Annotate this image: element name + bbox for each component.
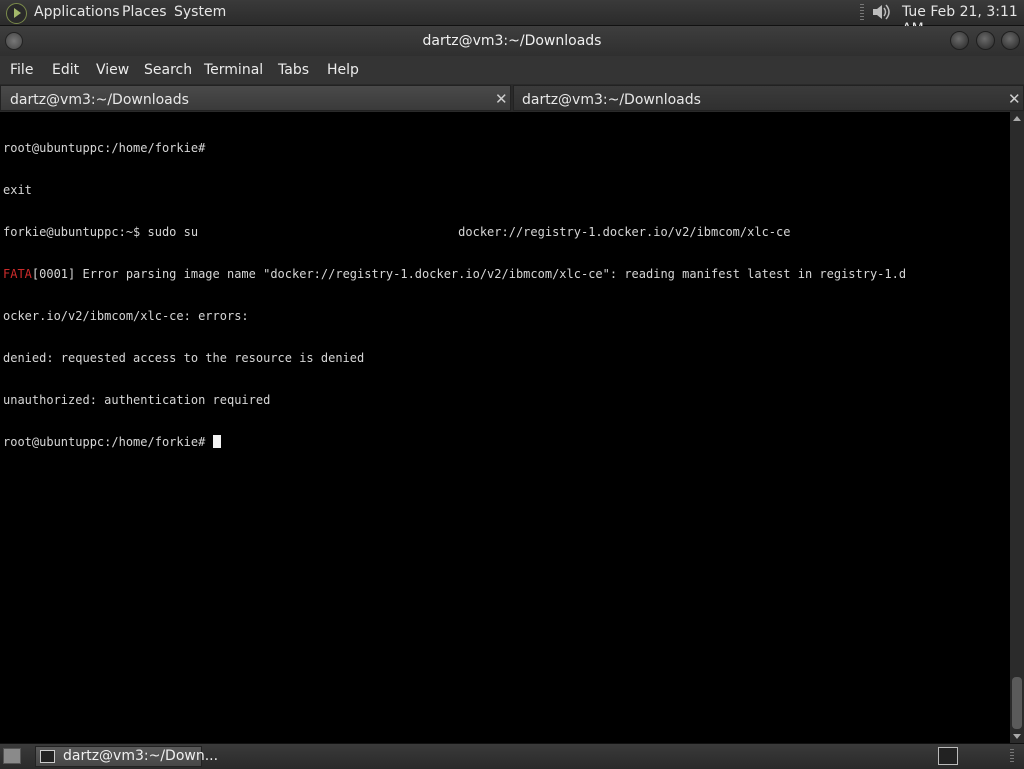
error-prefix: FATA: [3, 267, 32, 281]
volume-speaker-icon[interactable]: [870, 2, 892, 22]
prompt: root@ubuntuppc:/home/forkie#: [3, 435, 213, 449]
close-window-button[interactable]: [1001, 31, 1020, 50]
panel-grip-handle[interactable]: [1010, 749, 1014, 763]
terminal-line: ocker.io/v2/ibmcom/xlc-ce: errors:: [3, 309, 249, 323]
terminal-line: exit: [3, 183, 32, 197]
text-cursor: [212, 435, 221, 448]
menu-view[interactable]: View: [96, 62, 129, 78]
menu-edit[interactable]: Edit: [52, 62, 79, 78]
menu-tabs[interactable]: Tabs: [278, 62, 309, 78]
taskbar-item-terminal[interactable]: dartz@vm3:~/Down...: [35, 746, 218, 767]
places-menu[interactable]: Places: [122, 4, 167, 21]
error-message: [0001] Error parsing image name "docker:…: [31, 267, 907, 281]
tab-downloads-1[interactable]: dartz@vm3:~/Downloads ✕: [0, 85, 511, 111]
terminal-output[interactable]: root@ubuntuppc:/home/forkie# exit forkie…: [0, 112, 1010, 743]
terminal-icon: [40, 750, 55, 763]
terminal-line: unauthorized: authentication required: [3, 393, 271, 407]
window-titlebar[interactable]: dartz@vm3:~/Downloads: [0, 26, 1024, 56]
scrollbar-thumb[interactable]: [1012, 677, 1022, 729]
workspace-switcher-icon[interactable]: [938, 747, 958, 765]
terminal-line: denied: requested access to the resource…: [3, 351, 365, 365]
menu-search[interactable]: Search: [144, 62, 192, 78]
taskbar-item-label: dartz@vm3:~/Down...: [63, 748, 219, 764]
terminal-lines: root@ubuntuppc:/home/forkie# exit forkie…: [3, 113, 906, 477]
system-menu[interactable]: System: [174, 4, 226, 21]
scroll-up-arrow-icon[interactable]: [1013, 116, 1021, 121]
terminal-prompt-line: root@ubuntuppc:/home/forkie#: [3, 435, 906, 449]
tab-bar: dartz@vm3:~/Downloads ✕ dartz@vm3:~/Down…: [0, 84, 1024, 112]
tab-label: dartz@vm3:~/Downloads: [10, 92, 189, 108]
terminal-line: forkie@ubuntuppc:~$ sudo su docker://reg…: [3, 225, 791, 239]
window-title: dartz@vm3:~/Downloads: [422, 33, 602, 49]
tab-label: dartz@vm3:~/Downloads: [522, 92, 701, 108]
menu-help[interactable]: Help: [327, 62, 359, 78]
bottom-panel: dartz@vm3:~/Down...: [0, 743, 1024, 769]
panel-grip-handle[interactable]: [860, 4, 864, 20]
show-desktop-icon[interactable]: [3, 748, 21, 764]
menubar: File Edit View Search Terminal Tabs Help: [0, 56, 1024, 84]
top-panel: Applications Places System Tue Feb 21, 3…: [0, 0, 1024, 37]
menu-terminal[interactable]: Terminal: [204, 62, 263, 78]
applications-menu[interactable]: Applications: [34, 4, 120, 21]
terminal-line: root@ubuntuppc:/home/forkie#: [3, 141, 206, 155]
tab-close-icon[interactable]: ✕: [1008, 90, 1021, 108]
distro-logo-icon[interactable]: [6, 3, 27, 24]
terminal-line-error: FATA[0001] Error parsing image name "doc…: [3, 267, 906, 281]
tab-close-icon[interactable]: ✕: [495, 90, 508, 108]
scroll-down-arrow-icon[interactable]: [1013, 734, 1021, 739]
menu-file[interactable]: File: [10, 62, 33, 78]
minimize-button[interactable]: [950, 31, 969, 50]
terminal-scrollbar[interactable]: [1010, 112, 1024, 743]
tab-downloads-2[interactable]: dartz@vm3:~/Downloads ✕: [513, 85, 1024, 111]
maximize-button[interactable]: [976, 31, 995, 50]
